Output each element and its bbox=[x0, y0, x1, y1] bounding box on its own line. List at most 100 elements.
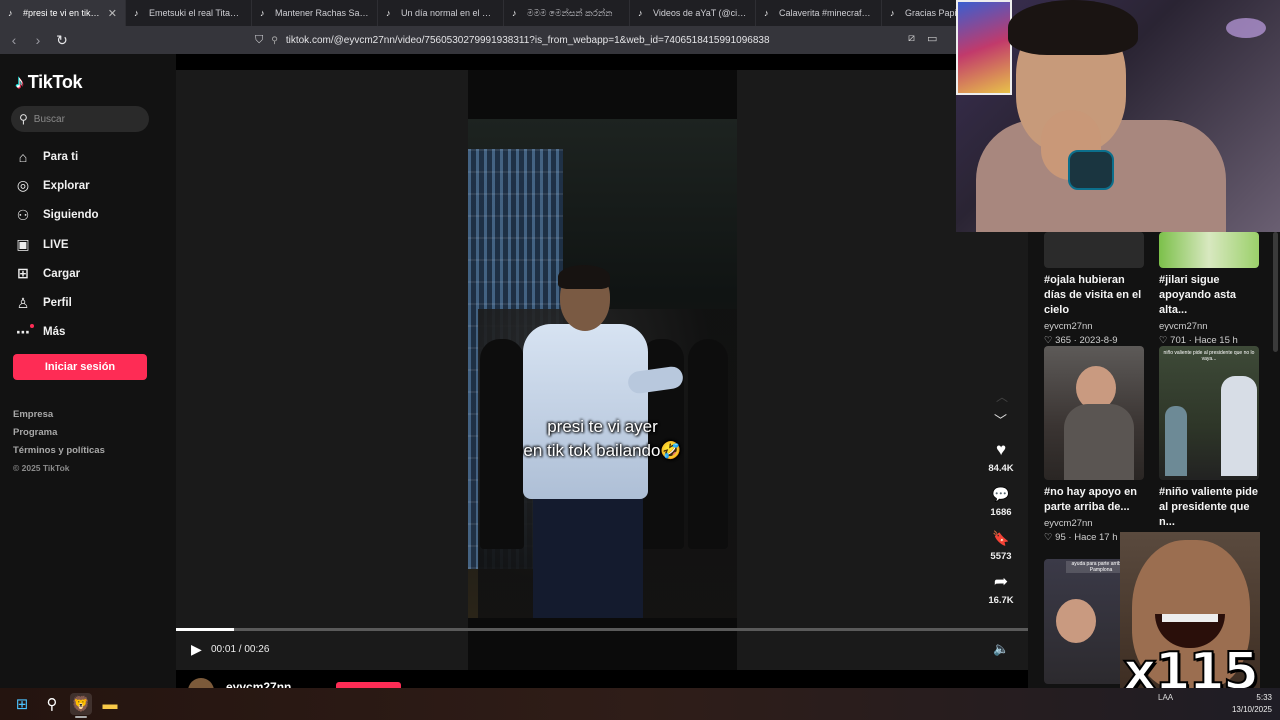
file-explorer-icon[interactable]: ▬ bbox=[100, 694, 120, 714]
avatar[interactable] bbox=[188, 678, 214, 688]
browser-tab[interactable]: ♪ මමම මෙන්සන් කරන්න bbox=[504, 0, 630, 26]
save-button[interactable]: 🔖 5573 bbox=[982, 528, 1020, 562]
nav-item-explorar[interactable]: ◎ Explorar bbox=[15, 171, 99, 200]
thumbnail-figure bbox=[1064, 404, 1134, 480]
reload-button[interactable]: ↻ bbox=[52, 30, 72, 50]
comment-button[interactable]: 💬 1686 bbox=[982, 484, 1020, 518]
chevron-left-icon: ‹ bbox=[11, 32, 17, 48]
video-thumbnail bbox=[1044, 346, 1144, 480]
related-video-card[interactable]: niño valiente pide al presidente que no … bbox=[1159, 346, 1259, 544]
nav-item-mas[interactable]: ⋯ Más bbox=[15, 318, 99, 347]
like-button[interactable]: ♥ 84.4K bbox=[982, 440, 1020, 474]
brave-browser-icon[interactable]: 🦁 bbox=[70, 693, 92, 715]
nav-label: Cargar bbox=[43, 267, 81, 280]
notification-dot bbox=[30, 323, 34, 328]
heart-outline-icon: ♡ bbox=[1159, 335, 1168, 346]
search-input[interactable]: ⚲ Buscar bbox=[11, 106, 149, 132]
address-bar[interactable]: ⛉ ⚲ tiktok.com/@eyvcm27nn/video/75605302… bbox=[255, 30, 955, 50]
language-label: LAA bbox=[1158, 693, 1174, 702]
browser-tab[interactable]: ♪ Mantener Rachas Saludab bbox=[252, 0, 378, 26]
heart-outline-icon: ♡ bbox=[1044, 532, 1053, 543]
nav-item-para-ti[interactable]: ⌂ Para ti bbox=[15, 142, 99, 171]
video-caption-line-1: presi te vi ayer bbox=[547, 417, 658, 436]
tab-title: Calaverita #minecraft #An bbox=[779, 8, 873, 18]
card-likes: 701 bbox=[1170, 335, 1187, 346]
browser-tab[interactable]: ♪ #presi te vi en tik tok ✕ bbox=[0, 0, 126, 26]
volume-button[interactable]: 🔈 bbox=[993, 641, 1009, 657]
more-glyph: ⋯ bbox=[16, 323, 30, 340]
close-icon[interactable]: ✕ bbox=[108, 7, 117, 20]
following-icon: ⚇ bbox=[16, 206, 30, 223]
tab-title: Videos de aYaT (@cicem.u bbox=[653, 8, 747, 18]
share-count: 16.7K bbox=[988, 595, 1014, 606]
next-video-button[interactable]: ﹀ bbox=[994, 410, 1007, 429]
forward-button[interactable]: › bbox=[28, 30, 48, 50]
nav-item-siguiendo[interactable]: ⚇ Siguiendo bbox=[15, 201, 99, 230]
browser-tab[interactable]: ♪ Calaverita #minecraft #An bbox=[756, 0, 882, 26]
video-player[interactable]: presi te vi ayer en tik tok bailando🤣 ︿ … bbox=[176, 70, 1028, 670]
video-caption-line-2: en tik tok bailando🤣 bbox=[523, 441, 682, 460]
nav-item-live[interactable]: ▣ LIVE bbox=[15, 230, 99, 259]
search-icon[interactable]: ⚲ bbox=[42, 694, 62, 714]
nav-item-cargar[interactable]: ⊞ Cargar bbox=[15, 259, 99, 288]
footer-link-terminos[interactable]: Términos y políticas bbox=[13, 445, 105, 463]
related-video-card[interactable]: #jilari sigue apoyando asta alta... eyvc… bbox=[1159, 232, 1259, 346]
video-progress-bar[interactable] bbox=[176, 628, 1028, 631]
chevron-up-icon: ︿ bbox=[996, 390, 1009, 404]
system-clock[interactable]: 5:33 13/10/2025 bbox=[1222, 692, 1272, 716]
author-name[interactable]: eyvcm27nn bbox=[226, 680, 291, 688]
login-button[interactable]: Iniciar sesión bbox=[13, 354, 147, 380]
previous-video-button[interactable]: ︿ bbox=[996, 388, 1008, 405]
browser-tab[interactable]: ♪ Emetsuki el real Titan carg bbox=[126, 0, 252, 26]
heart-icon: ♥ bbox=[995, 440, 1007, 459]
speaker-icon: 🔈 bbox=[993, 641, 1010, 656]
play-icon: ▶ bbox=[191, 641, 202, 657]
browser-tab[interactable]: ♪ Un día normal en el SOFA bbox=[378, 0, 504, 26]
related-video-card[interactable]: #no hay apoyo en parte arriba de... eyvc… bbox=[1044, 346, 1144, 543]
compass-icon: ◎ bbox=[16, 177, 30, 194]
webcam-poster bbox=[956, 0, 1012, 95]
windows-start-icon[interactable]: ⊞ bbox=[12, 694, 32, 714]
thumbnail-figure bbox=[1056, 599, 1096, 643]
scrollbar[interactable] bbox=[1273, 232, 1278, 352]
card-title: #no hay apoyo en parte arriba de... bbox=[1044, 486, 1137, 513]
share-button[interactable]: ➦ 16.7K bbox=[982, 572, 1020, 606]
more-icon: ⋯ bbox=[15, 323, 34, 341]
meme-teeth bbox=[1162, 614, 1218, 622]
tiktok-icon: ♪ bbox=[386, 7, 391, 18]
reader-icon[interactable]: ▭ bbox=[927, 32, 937, 45]
browser-tab[interactable]: ♪ Videos de aYaT (@cicem.u bbox=[630, 0, 756, 26]
tiktok-icon: ♪ bbox=[764, 7, 769, 18]
video-frame[interactable]: presi te vi ayer en tik tok bailando🤣 bbox=[468, 119, 737, 618]
footer-link-programa[interactable]: Programa bbox=[13, 427, 105, 445]
comment-count: 1686 bbox=[990, 507, 1012, 518]
related-video-card[interactable]: #ojala hubieran días de visita en el cie… bbox=[1044, 232, 1144, 346]
card-meta: ♡ 701 · Hace 15 h bbox=[1159, 335, 1238, 346]
like-count: 84.4K bbox=[988, 463, 1014, 474]
card-title: #ojala hubieran días de visita en el cie… bbox=[1044, 274, 1142, 316]
bookmark-icon[interactable]: ⛉ bbox=[255, 34, 263, 47]
nav-label: Perfil bbox=[43, 297, 72, 310]
tiktok-icon: ♪ bbox=[638, 7, 643, 18]
video-figure bbox=[558, 265, 610, 289]
tiktok-note-icon: ♪ bbox=[15, 72, 24, 92]
nav-label: Más bbox=[43, 326, 66, 339]
play-button[interactable]: ▶ bbox=[191, 641, 202, 658]
nav-item-perfil[interactable]: ♙ Perfil bbox=[15, 288, 99, 317]
tiktok-logo[interactable]: ♪ TikTok bbox=[15, 72, 83, 93]
video-time: 00:01 / 00:26 bbox=[211, 644, 270, 655]
card-author: eyvcm27nn bbox=[1044, 518, 1093, 529]
card-author: eyvcm27nn bbox=[1044, 321, 1093, 332]
no-translate-icon[interactable]: ⧄ bbox=[908, 32, 915, 45]
webcam-light bbox=[1226, 18, 1266, 38]
language-indicator[interactable]: LAA bbox=[1158, 693, 1173, 702]
active-app-indicator bbox=[75, 716, 87, 718]
card-author: eyvcm27nn bbox=[1159, 321, 1208, 332]
footer-link-empresa[interactable]: Empresa bbox=[13, 409, 105, 427]
share-icon: ➦ bbox=[993, 572, 1009, 591]
site-info-icon[interactable]: ⚲ bbox=[271, 35, 278, 46]
logo-text: TikTok bbox=[27, 72, 83, 92]
back-button[interactable]: ‹ bbox=[4, 30, 24, 50]
save-count: 5573 bbox=[990, 551, 1012, 562]
taskbar: ⊞ ⚲ 🦁 ▬ bbox=[0, 688, 1280, 720]
